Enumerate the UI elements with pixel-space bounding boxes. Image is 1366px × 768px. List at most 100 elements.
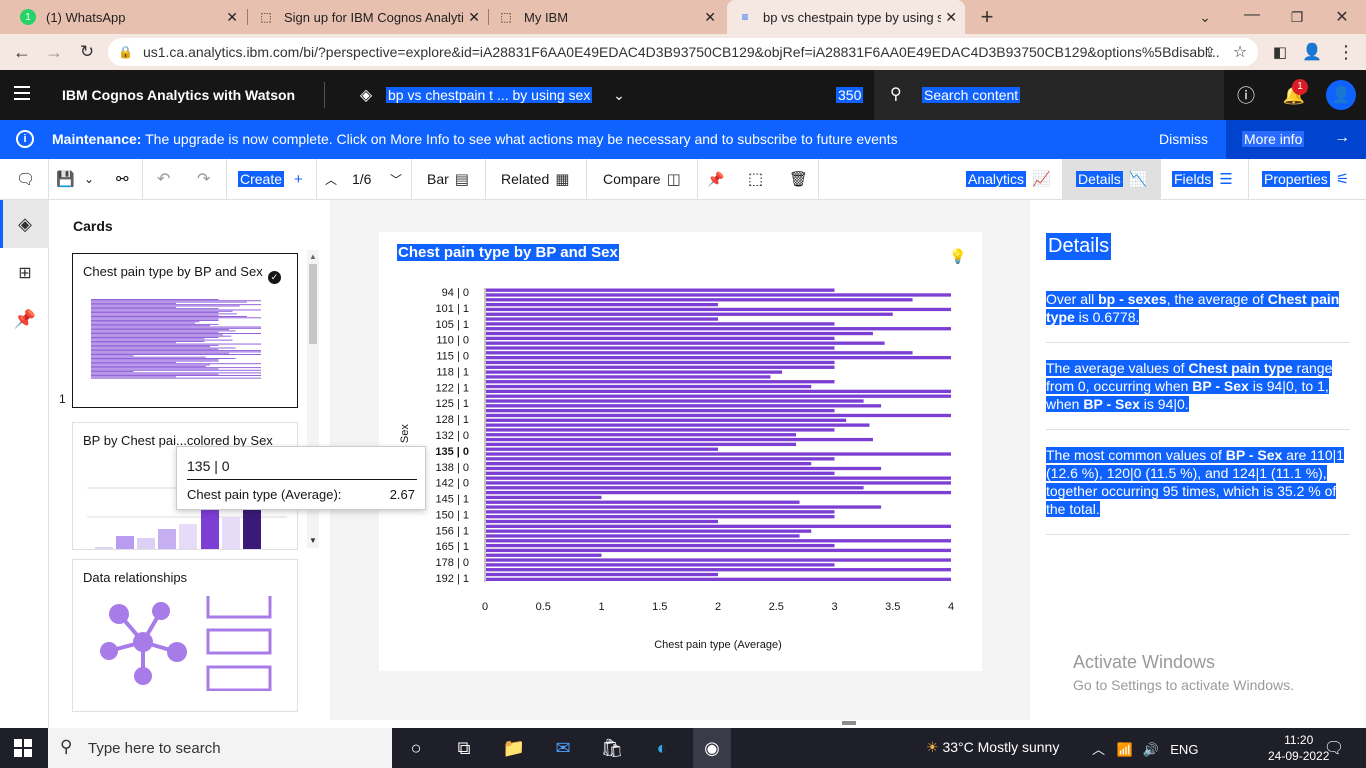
- chart-bar[interactable]: [486, 413, 951, 418]
- chart-bar[interactable]: [486, 505, 882, 509]
- tab-my-ibm[interactable]: ⬚ My IBM ✕: [488, 0, 724, 34]
- cortana-icon[interactable]: ○: [404, 736, 428, 760]
- chart-bar[interactable]: [486, 442, 797, 447]
- chart-bar[interactable]: [486, 510, 835, 514]
- search-input[interactable]: ⚲ Search content: [874, 70, 1224, 120]
- compare-button[interactable]: Compare ◫: [603, 159, 681, 199]
- edge-icon[interactable]: ◐: [650, 736, 674, 760]
- redo-icon[interactable]: ↷: [197, 159, 210, 199]
- chart-bar[interactable]: [486, 481, 951, 485]
- tab-whatsapp[interactable]: 1 (1) WhatsApp ✕: [10, 0, 246, 34]
- weather-widget[interactable]: ☀ 33°C Mostly sunny: [926, 739, 1059, 756]
- hierarchy-icon[interactable]: ⊞: [14, 262, 36, 284]
- chart-bar[interactable]: [486, 355, 951, 360]
- close-tab-icon[interactable]: ✕: [468, 9, 480, 26]
- forward-icon[interactable]: →: [42, 40, 66, 64]
- file-explorer-icon[interactable]: 📁: [502, 736, 526, 760]
- url-field[interactable]: 🔒 us1.ca.analytics.ibm.com/bi/?perspecti…: [108, 38, 1258, 66]
- store-icon[interactable]: 🛍: [600, 736, 624, 760]
- chart-bar[interactable]: [486, 447, 718, 451]
- scrollbar-thumb[interactable]: [309, 264, 317, 344]
- bar-chart[interactable]: 94 | 0 101 | 1 105 | 1 110 | 0 115 | 0 118 | …: [379, 232, 982, 671]
- windows-start-icon[interactable]: [14, 739, 32, 757]
- chart-bar[interactable]: [486, 457, 835, 461]
- chart-bar[interactable]: [486, 428, 835, 432]
- card-chest-pain-by-bp[interactable]: Chest pain type by BP and Sex ✓: [72, 253, 298, 408]
- pin-panel-icon[interactable]: 📌: [14, 308, 36, 330]
- next-card-icon[interactable]: ﹀: [390, 159, 402, 199]
- profile-icon[interactable]: 👤: [1300, 40, 1324, 64]
- comment-icon[interactable]: 🗨: [16, 159, 35, 199]
- chart-bar[interactable]: [486, 529, 812, 533]
- properties-button[interactable]: Properties ⚟: [1262, 159, 1349, 199]
- chart-bar[interactable]: [486, 524, 951, 528]
- help-icon[interactable]: ⓘ: [1234, 83, 1258, 107]
- chevron-up-icon[interactable]: ︿: [1092, 742, 1105, 757]
- chart-bar[interactable]: [486, 515, 835, 519]
- chart-bar[interactable]: [486, 495, 602, 500]
- tab-cognos-active[interactable]: ≡ bp vs chestpain type by using sex ✕: [727, 0, 965, 34]
- notifications-center-icon[interactable]: 🗨: [1322, 736, 1346, 760]
- chart-bar[interactable]: [486, 408, 835, 413]
- chart-bar[interactable]: [486, 466, 882, 471]
- taskbar-clock[interactable]: 11:20 24-09-2022: [1268, 732, 1329, 764]
- save-icon[interactable]: 💾: [56, 159, 75, 199]
- chart-bar[interactable]: [486, 399, 864, 403]
- scroll-up-icon[interactable]: ▲: [309, 252, 317, 261]
- network-icon[interactable]: 📶: [1117, 742, 1133, 757]
- lightbulb-icon[interactable]: 💡: [949, 248, 966, 265]
- chart-bar[interactable]: [486, 423, 870, 427]
- chart-bar[interactable]: [486, 307, 951, 312]
- chrome-menu-icon[interactable]: ⋮: [1334, 40, 1358, 64]
- visualization-type-button[interactable]: Bar ▤: [427, 159, 469, 199]
- share-icon[interactable]: ⇪: [1198, 40, 1222, 64]
- chart-bar[interactable]: [486, 558, 951, 562]
- fields-button[interactable]: Fields ☰: [1172, 159, 1233, 199]
- user-avatar[interactable]: 👤: [1326, 80, 1356, 110]
- chart-bar[interactable]: [486, 288, 835, 292]
- delete-icon[interactable]: 🗑: [789, 159, 808, 199]
- dismiss-button[interactable]: Dismiss: [1159, 131, 1208, 147]
- chart-bar[interactable]: [486, 500, 800, 504]
- chart-bar[interactable]: [486, 317, 718, 321]
- minimize-icon[interactable]: —: [1240, 3, 1264, 27]
- chart-bar[interactable]: [486, 452, 951, 456]
- chart-bar[interactable]: [486, 476, 951, 480]
- chart-bar[interactable]: [486, 543, 835, 548]
- chart-bar[interactable]: [486, 568, 951, 572]
- share-network-icon[interactable]: ⚯: [116, 159, 129, 199]
- window-close-icon[interactable]: ✕: [1330, 5, 1354, 29]
- related-button[interactable]: Related ▦: [501, 159, 569, 199]
- chart-bar[interactable]: [486, 360, 835, 365]
- chart-bar[interactable]: [486, 312, 893, 316]
- pin-icon[interactable]: 📌: [707, 159, 724, 199]
- chart-bar[interactable]: [486, 572, 718, 577]
- chart-bar[interactable]: [486, 331, 873, 336]
- close-tab-icon[interactable]: ✕: [704, 9, 716, 26]
- chart-bar[interactable]: [486, 389, 951, 394]
- bookmark-star-icon[interactable]: ☆: [1228, 40, 1252, 64]
- volume-icon[interactable]: 🔊: [1142, 742, 1158, 757]
- chart-bar[interactable]: [486, 365, 835, 369]
- focus-icon[interactable]: ⬚: [748, 159, 763, 199]
- more-info-button[interactable]: More info →: [1226, 120, 1366, 159]
- close-tab-icon[interactable]: ✕: [226, 9, 238, 26]
- chart-bar[interactable]: [486, 577, 951, 581]
- chart-bar[interactable]: [486, 375, 771, 379]
- chart-bar[interactable]: [486, 370, 783, 374]
- chart-bar[interactable]: [486, 462, 812, 466]
- previous-card-icon[interactable]: ︿: [325, 159, 337, 199]
- create-button[interactable]: Create +: [238, 159, 303, 199]
- chrome-icon[interactable]: ◉: [693, 728, 731, 768]
- task-view-icon[interactable]: ⧉: [452, 736, 476, 760]
- chart-bar[interactable]: [486, 302, 718, 307]
- new-tab-icon[interactable]: +: [975, 4, 999, 29]
- mail-icon[interactable]: ✉: [551, 736, 575, 760]
- chart-bar[interactable]: [486, 404, 882, 408]
- chart-bar[interactable]: [486, 327, 951, 331]
- taskbar-search-input[interactable]: ⚲ Type here to search: [48, 728, 392, 768]
- hamburger-menu-icon[interactable]: [14, 86, 30, 104]
- tab-search-icon[interactable]: ⌄: [1193, 5, 1217, 29]
- chart-bar[interactable]: [486, 418, 847, 422]
- chart-bar[interactable]: [486, 394, 951, 398]
